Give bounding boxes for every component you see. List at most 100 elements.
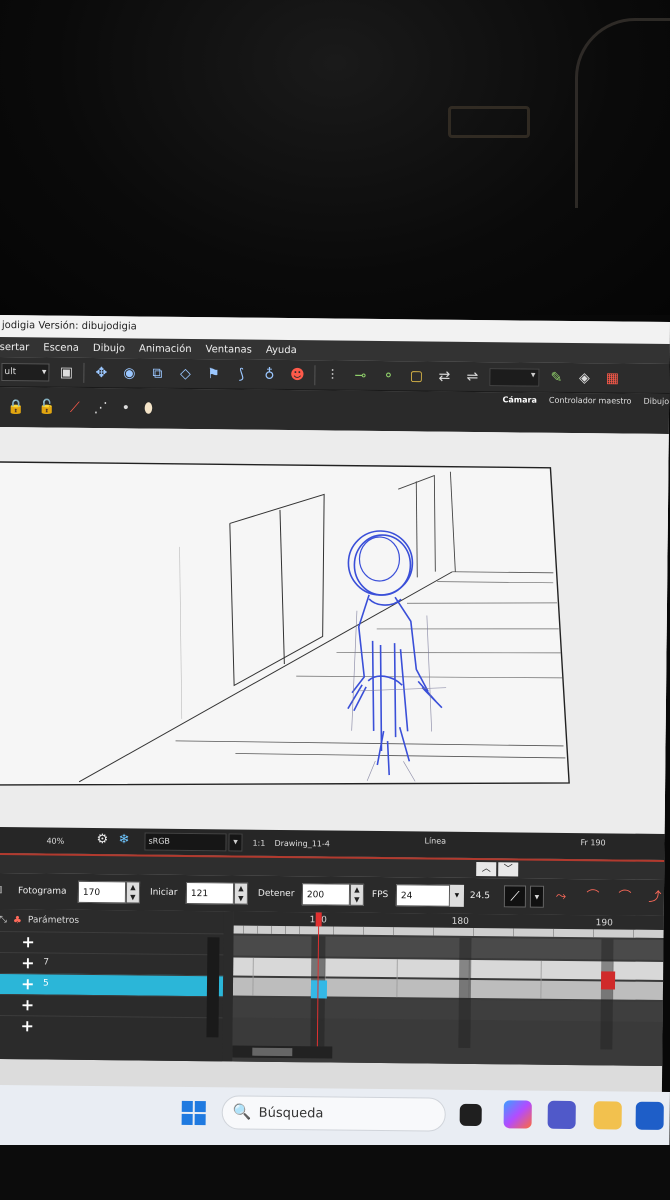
ease-out-icon[interactable]: ⌒ — [614, 886, 636, 908]
layer-icon[interactable]: ⧉ — [146, 362, 168, 384]
pivot-icon[interactable]: ◉ — [118, 362, 140, 384]
bone-icon[interactable]: ⟆ — [230, 363, 252, 385]
add-icon[interactable]: + — [21, 932, 35, 952]
timeline-tracks[interactable]: 170 180 190 — [232, 911, 664, 1066]
fps-input[interactable]: 24 — [395, 884, 451, 907]
menu-scene[interactable]: Escena — [43, 342, 79, 353]
camera-viewport[interactable] — [0, 426, 669, 834]
stop-label: Detener — [257, 888, 295, 900]
character-layer-icon[interactable]: ♣ — [13, 915, 22, 926]
camera-icon[interactable]: ▣ — [55, 361, 77, 383]
layer-row[interactable]: + — [0, 930, 224, 955]
swap-icon[interactable]: ⇌ — [461, 365, 483, 387]
keyframe-add-icon[interactable]: ⤴ — [644, 887, 666, 909]
start-stepper[interactable]: ▲ ▼ — [233, 882, 249, 905]
store-icon[interactable] — [635, 1101, 664, 1130]
menu-insert[interactable]: sertar — [0, 341, 29, 352]
timeline-icon[interactable]: ▥ — [0, 885, 3, 895]
fps-label: FPS — [371, 889, 389, 901]
tool-preset-dropdown[interactable] — [489, 367, 540, 387]
ease-in-icon[interactable]: ⌒ — [582, 886, 604, 908]
deform-icon[interactable]: ◇ — [174, 362, 196, 384]
add-icon[interactable]: + — [21, 974, 35, 994]
layer-tools-icon[interactable]: ⤡ — [0, 915, 7, 925]
interp-dropdown[interactable]: ▾ — [529, 885, 545, 908]
egg-icon[interactable]: ⬮ — [144, 401, 153, 417]
frame-icon[interactable]: ▢ — [405, 365, 427, 387]
snowflake-icon[interactable]: ❄ — [118, 832, 129, 847]
windows-taskbar: 🔍 Búsqueda — [0, 1085, 670, 1153]
photo-stage: jodigia Versión: dibujodigia sertar Esce… — [0, 0, 670, 1200]
tab-camera[interactable]: Cámara — [503, 395, 537, 404]
keyframe-red — [600, 971, 616, 990]
tool-properties-bar: 🔒 🔓 ⟋ ⋰ • ⬮ Cámara Controlador maestro D… — [0, 386, 670, 435]
keyframe-cyan — [310, 980, 328, 999]
chevron-down-icon[interactable]: ▾ — [228, 833, 243, 852]
add-icon[interactable]: + — [21, 953, 35, 973]
dot-icon[interactable]: • — [122, 400, 130, 416]
link-icon[interactable]: ⇄ — [433, 365, 455, 387]
frame-input[interactable]: 170 — [77, 880, 127, 904]
dotted-line-icon[interactable]: ⋰ — [94, 400, 108, 416]
room-background — [0, 0, 670, 315]
ruler-label: 180 — [452, 917, 470, 927]
tab-drawing[interactable]: Dibujo — [643, 397, 669, 406]
desk-surface — [0, 1145, 670, 1200]
search-icon: 🔍 — [232, 1102, 252, 1121]
grid-icon[interactable]: ⫶ — [321, 364, 343, 386]
line-tool-icon[interactable]: ⟋ — [70, 400, 80, 416]
lock-icon[interactable]: 🔒 — [7, 399, 25, 415]
character-icon[interactable]: ☻ — [286, 364, 308, 386]
layer-row[interactable]: + 7 — [0, 951, 224, 976]
mode-select[interactable]: ult — [1, 362, 50, 382]
pencil-icon[interactable]: ✎ — [545, 366, 567, 388]
file-explorer-icon[interactable] — [593, 1101, 622, 1130]
start-input[interactable]: 121 — [185, 881, 235, 905]
ik-icon[interactable]: ♁ — [258, 363, 280, 385]
menu-windows[interactable]: Ventanas — [206, 344, 252, 355]
chevron-up-icon[interactable]: ︿ — [476, 862, 497, 877]
peg-icon[interactable]: ⚑ — [202, 363, 224, 385]
connect-icon[interactable]: ⊸ — [349, 364, 371, 386]
layer-row[interactable]: + — [0, 993, 223, 1018]
monitor-screen: jodigia Versión: dibujodigia sertar Esce… — [0, 315, 670, 1152]
track-grid[interactable]: 170 180 190 — [232, 911, 664, 1065]
copilot-icon[interactable] — [503, 1100, 532, 1129]
gear-icon[interactable]: ⚙ — [96, 832, 108, 847]
menu-drawing[interactable]: Dibujo — [93, 342, 125, 353]
toolbar-divider — [83, 362, 85, 383]
color-space-select[interactable]: sRGB — [144, 832, 227, 852]
fps-dropdown[interactable]: ▾ — [449, 884, 465, 907]
taskbar-search[interactable]: 🔍 Búsqueda — [221, 1095, 446, 1132]
layer-row[interactable]: + — [0, 1014, 223, 1039]
windows-start-icon[interactable] — [181, 1100, 206, 1126]
menu-help[interactable]: Ayuda — [266, 344, 297, 355]
zoom-level[interactable]: 40% — [46, 837, 64, 846]
ruler-label: 190 — [596, 918, 614, 928]
stop-input[interactable]: 200 — [301, 883, 351, 906]
menu-animation[interactable]: Animación — [139, 343, 192, 355]
linear-interp-icon[interactable]: ⟋ — [503, 885, 527, 908]
playhead — [315, 912, 322, 927]
timeline-body: ⤡ ♣ Parámetros + + 7 + 5 + + 180 190 — [0, 908, 664, 1066]
transform-icon[interactable]: ✥ — [90, 361, 112, 383]
node-icon[interactable]: ⚬ — [377, 364, 399, 386]
ease-icon[interactable]: ⤳ — [550, 886, 572, 908]
task-view-icon[interactable] — [459, 1103, 482, 1127]
chevron-down-icon[interactable]: ﹀ — [498, 862, 519, 877]
frame-stepper[interactable]: ▲ ▼ — [125, 881, 141, 904]
matrix-icon[interactable]: ▦ — [601, 367, 623, 389]
teams-icon[interactable] — [547, 1100, 576, 1130]
cube-icon[interactable]: ◈ — [573, 367, 595, 389]
layer-row-selected[interactable]: + 5 — [0, 972, 224, 997]
drawing-canvas[interactable] — [0, 426, 669, 834]
camera-frame — [0, 461, 570, 786]
unlock-icon[interactable]: 🔓 — [38, 399, 56, 415]
layers-scrollbar[interactable] — [206, 937, 220, 1038]
stop-stepper[interactable]: ▲ ▼ — [349, 883, 365, 906]
add-icon[interactable]: + — [21, 995, 35, 1015]
search-placeholder: Búsqueda — [258, 1105, 324, 1122]
toolbar-divider — [314, 364, 316, 385]
add-icon[interactable]: + — [20, 1016, 34, 1036]
tab-master-controller[interactable]: Controlador maestro — [549, 396, 632, 406]
